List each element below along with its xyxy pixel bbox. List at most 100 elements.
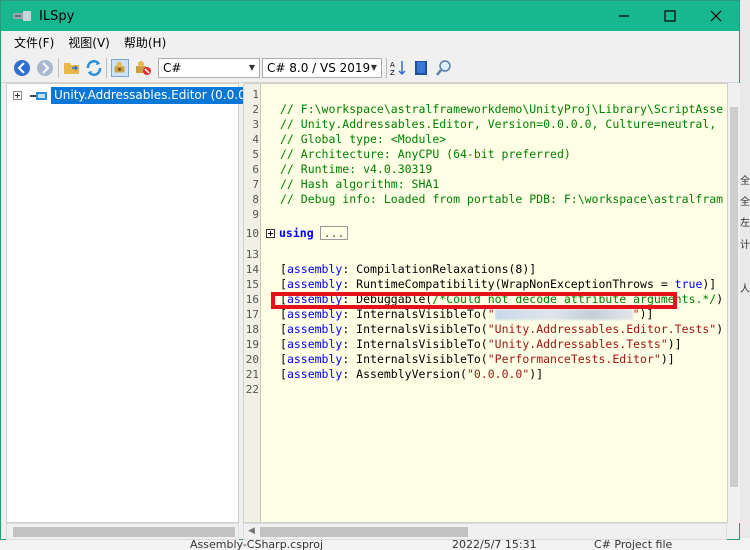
ilspy-window: ILSpy 文件(F) 视图(V) 帮助(H) C# ▼ C# 8.0 / VS… — [0, 0, 740, 540]
code-token: assembly — [286, 352, 343, 366]
scrollbar-thumb[interactable] — [260, 527, 468, 537]
code-token: // Runtime: v4.0.30319 — [280, 162, 433, 176]
line-number: 15 — [245, 278, 259, 291]
line-number: 20 — [245, 353, 259, 366]
refresh-icon[interactable] — [85, 59, 103, 77]
language-version-value: C# 8.0 / VS 2019 — [267, 61, 371, 75]
assembly-icon — [30, 91, 47, 100]
menu-help[interactable]: 帮助(H) — [117, 34, 173, 51]
using-keyword: using — [279, 226, 314, 240]
menu-view[interactable]: 视图(V) — [61, 34, 117, 51]
title-bar[interactable]: ILSpy — [1, 1, 739, 31]
line-number: 7 — [252, 178, 259, 191]
code-text: [assembly: CompilationRelaxations(8)] — [280, 262, 536, 277]
code-token: : AssemblyVersion( — [342, 367, 467, 381]
tree-horizontal-scrollbar[interactable] — [6, 523, 239, 540]
language-version-select[interactable]: C# 8.0 / VS 2019 ▼ — [262, 58, 382, 78]
code-token: : InternalsVisibleTo( — [342, 322, 488, 336]
code-token: assembly — [286, 367, 343, 381]
code-token: [ — [280, 367, 287, 381]
code-token: "Unity.Addressables.Tests" — [487, 337, 668, 351]
menu-bar: 文件(F) 视图(V) 帮助(H) — [1, 31, 739, 53]
code-token: assembly — [286, 307, 343, 321]
code-text: // Architecture: AnyCPU (64-bit preferre… — [280, 147, 571, 162]
sort-icon[interactable]: A Z — [389, 59, 407, 77]
code-token: [ — [280, 262, 287, 276]
close-button[interactable] — [693, 1, 739, 31]
code-text: // Hash algorithm: SHA1 — [280, 177, 439, 192]
chevron-down-icon: ▼ — [248, 63, 255, 72]
code-token: " — [487, 307, 495, 321]
open-folder-icon[interactable] — [63, 59, 81, 77]
show-all-icon[interactable] — [134, 59, 152, 77]
code-token: assembly — [286, 262, 343, 276]
code-token: "PerformanceTests.Editor" — [487, 352, 661, 366]
line-number: 1 — [252, 88, 259, 101]
toolbar: C# ▼ C# 8.0 / VS 2019 ▼ A Z — [1, 54, 739, 83]
show-api-icon[interactable] — [111, 59, 129, 77]
window-title: ILSpy — [39, 8, 75, 24]
code-token: : InternalsVisibleTo( — [342, 307, 488, 321]
chevron-down-icon: ▼ — [370, 63, 377, 72]
line-number: 13 — [245, 248, 259, 261]
toolbar-separator — [386, 58, 387, 78]
code-token: assembly — [286, 277, 343, 291]
back-icon[interactable] — [13, 59, 31, 77]
maximize-icon — [664, 10, 676, 22]
code-token: )] — [529, 367, 544, 381]
assembly-tree[interactable]: Unity.Addressables.Editor (0.0.0 — [6, 83, 249, 523]
code-token: "Unity.Addressables.Editor.Tests" — [487, 322, 717, 336]
manual-icon[interactable] — [412, 59, 430, 77]
code-token: : RuntimeCompatibility(WrapNonExceptionT… — [342, 277, 675, 291]
code-token: // Debug info: Loaded from portable PDB:… — [280, 192, 724, 206]
menu-file[interactable]: 文件(F) — [7, 34, 61, 51]
code-token: : InternalsVisibleTo( — [342, 337, 488, 351]
line-number: 8 — [252, 193, 259, 206]
tree-node-assembly[interactable]: Unity.Addressables.Editor (0.0.0 — [13, 87, 249, 104]
code-vertical-scrollbar[interactable] — [728, 83, 740, 523]
scrollbar-thumb[interactable] — [13, 527, 235, 537]
line-number: 9 — [252, 208, 259, 221]
line-number: 3 — [252, 118, 259, 131]
svg-text:A: A — [390, 61, 395, 69]
code-token: )] — [667, 337, 682, 351]
code-text: [assembly: InternalsVisibleTo("Unity.Add… — [280, 322, 723, 337]
code-text: using... — [266, 226, 349, 241]
code-text: // Runtime: v4.0.30319 — [280, 162, 432, 177]
search-icon[interactable] — [435, 59, 453, 77]
minimize-icon — [619, 15, 629, 17]
expand-icon[interactable] — [13, 91, 22, 100]
line-number: 5 — [252, 148, 259, 161]
collapsed-using-button[interactable]: ... — [319, 226, 349, 240]
code-token: [ — [280, 277, 287, 291]
code-token: assembly — [286, 322, 343, 336]
svg-text:Z: Z — [390, 69, 395, 77]
code-token: : InternalsVisibleTo( — [342, 352, 488, 366]
highlight-annotation-box — [271, 292, 677, 309]
code-token: )] — [702, 277, 717, 291]
expand-using-icon[interactable] — [266, 229, 275, 238]
code-token: [ — [280, 352, 287, 366]
code-token: [ — [280, 337, 287, 351]
code-text: [assembly: InternalsVisibleTo("Performan… — [280, 352, 675, 367]
toolbar-separator — [106, 58, 107, 78]
code-token: [ — [280, 322, 287, 336]
line-number: 17 — [245, 308, 259, 321]
code-token: true — [674, 277, 703, 291]
maximize-button[interactable] — [647, 1, 693, 31]
scrollbar-thumb[interactable] — [730, 107, 738, 487]
code-token: : CompilationRelaxations(8)] — [342, 262, 537, 276]
code-horizontal-scrollbar[interactable]: ◀ — [243, 523, 727, 540]
close-icon — [710, 10, 722, 22]
toolbar-separator — [58, 58, 59, 78]
code-token: // Unity.Addressables.Editor, Version=0.… — [280, 117, 717, 131]
code-text: [assembly: RuntimeCompatibility(WrapNonE… — [280, 277, 716, 292]
minimize-button[interactable] — [601, 1, 647, 31]
line-number: 18 — [245, 323, 259, 336]
tree-node-label: Unity.Addressables.Editor (0.0.0 — [51, 87, 249, 104]
language-select[interactable]: C# ▼ — [158, 58, 260, 78]
line-number: 6 — [252, 163, 259, 176]
code-token: )] — [660, 352, 675, 366]
scroll-left-icon[interactable]: ◀ — [248, 526, 255, 536]
forward-icon[interactable] — [36, 59, 54, 77]
